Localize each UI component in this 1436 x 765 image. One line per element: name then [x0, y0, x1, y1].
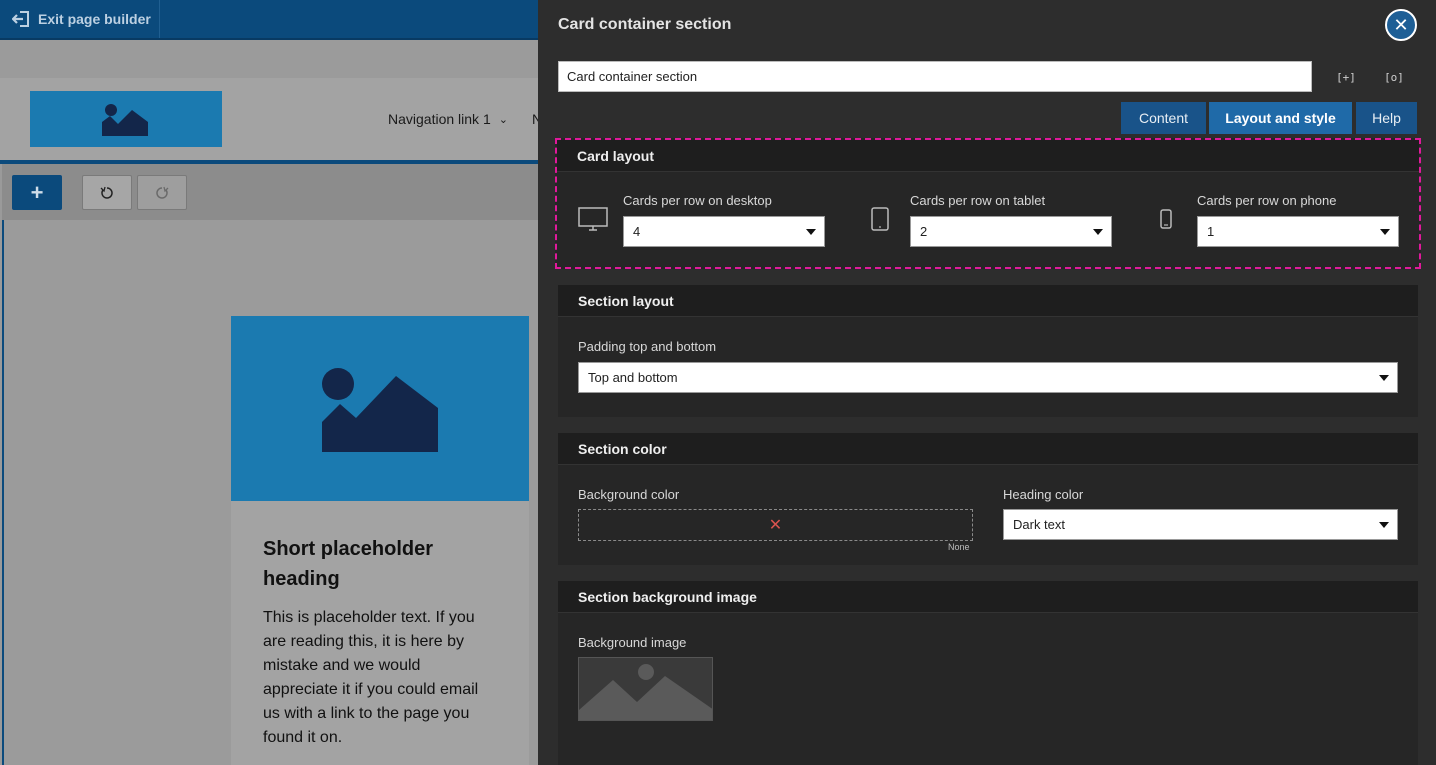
card-body-text: This is placeholder text. If you are rea… [263, 609, 479, 746]
padding-label: Padding top and bottom [578, 339, 717, 354]
phone-icon [1160, 209, 1172, 229]
padding-select[interactable]: Top and bottom [578, 362, 1398, 393]
redo-icon [156, 186, 169, 199]
image-placeholder-icon [322, 367, 438, 452]
undo-icon [100, 186, 113, 199]
background-color-label: Background color [578, 487, 680, 502]
nav-link-1-label: Navigation link 1 [388, 111, 491, 127]
tab-help[interactable]: Help [1356, 102, 1417, 134]
focus-section-icon[interactable]: [o] [1383, 66, 1405, 88]
expand-panel-icon[interactable]: [+] [1335, 66, 1357, 88]
section-editor-panel: Card container section ✕ [+] [o] Content… [538, 0, 1436, 765]
dropdown-caret-icon [806, 229, 816, 235]
no-color-x-icon: ✕ [768, 517, 783, 534]
dropdown-caret-icon [1379, 375, 1389, 381]
builder-topbar: Exit page builder [0, 0, 538, 40]
site-top-strip [0, 40, 538, 78]
tab-content[interactable]: Content [1121, 102, 1206, 134]
phone-cards-label: Cards per row on phone [1197, 193, 1337, 208]
card-heading: Short placeholder heading [263, 538, 434, 590]
image-placeholder-icon [579, 664, 712, 720]
exit-page-builder-button[interactable]: Exit page builder [0, 0, 160, 38]
desktop-cards-select[interactable]: 4 [623, 216, 825, 247]
page-builder-canvas-area: Exit page builder Navigation link 1 ⌄ N … [0, 0, 538, 765]
section-background-image-section: Section background image Background imag… [558, 581, 1418, 765]
card-layout-heading: Card layout [557, 140, 1419, 172]
tablet-icon [871, 207, 889, 231]
close-icon: ✕ [1393, 14, 1409, 35]
exit-page-builder-label: Exit page builder [38, 11, 151, 27]
dropdown-caret-icon [1380, 229, 1390, 235]
heading-color-value: Dark text [1013, 517, 1066, 532]
phone-cards-select[interactable]: 1 [1197, 216, 1399, 247]
phone-cards-value: 1 [1207, 224, 1215, 239]
panel-title: Card container section [558, 16, 732, 33]
undo-button[interactable] [82, 175, 132, 210]
card-image [231, 316, 529, 501]
placeholder-card[interactable]: Short placeholder heading This is placeh… [231, 316, 529, 765]
desktop-cards-value: 4 [633, 224, 641, 239]
background-image-picker[interactable] [578, 657, 713, 721]
section-color-heading: Section color [558, 433, 1418, 465]
close-panel-button[interactable]: ✕ [1385, 9, 1417, 41]
section-layout-section: Section layout Padding top and bottom To… [558, 285, 1418, 417]
dropdown-caret-icon [1093, 229, 1103, 235]
builder-toolbar: + [2, 164, 538, 220]
desktop-icon [578, 207, 608, 231]
heading-color-label: Heading color [1003, 487, 1084, 502]
heading-color-select[interactable]: Dark text [1003, 509, 1398, 540]
site-logo[interactable] [30, 91, 222, 147]
dropdown-caret-icon [1379, 522, 1389, 528]
add-section-button[interactable]: + [12, 175, 62, 210]
tablet-cards-value: 2 [920, 224, 928, 239]
background-color-none-label: None [948, 542, 970, 552]
redo-button[interactable] [137, 175, 187, 210]
card-layout-section: Card layout Cards per row on desktop 4 C… [555, 138, 1421, 269]
section-background-image-heading: Section background image [558, 581, 1418, 613]
image-placeholder-icon [102, 104, 148, 136]
background-image-label: Background image [578, 635, 687, 650]
exit-icon [12, 11, 29, 27]
nav-link-1[interactable]: Navigation link 1 ⌄ [388, 111, 508, 127]
tab-layout-and-style[interactable]: Layout and style [1209, 102, 1352, 134]
padding-value: Top and bottom [588, 370, 678, 385]
chevron-down-icon: ⌄ [498, 113, 508, 126]
site-header: Navigation link 1 ⌄ N [0, 78, 538, 160]
tablet-cards-select[interactable]: 2 [910, 216, 1112, 247]
section-layout-heading: Section layout [558, 285, 1418, 317]
section-color-section: Section color Background color ✕ None He… [558, 433, 1418, 565]
tablet-cards-label: Cards per row on tablet [910, 193, 1046, 208]
desktop-cards-label: Cards per row on desktop [623, 193, 772, 208]
section-name-input[interactable] [558, 61, 1312, 92]
background-color-picker[interactable]: ✕ [578, 509, 973, 541]
